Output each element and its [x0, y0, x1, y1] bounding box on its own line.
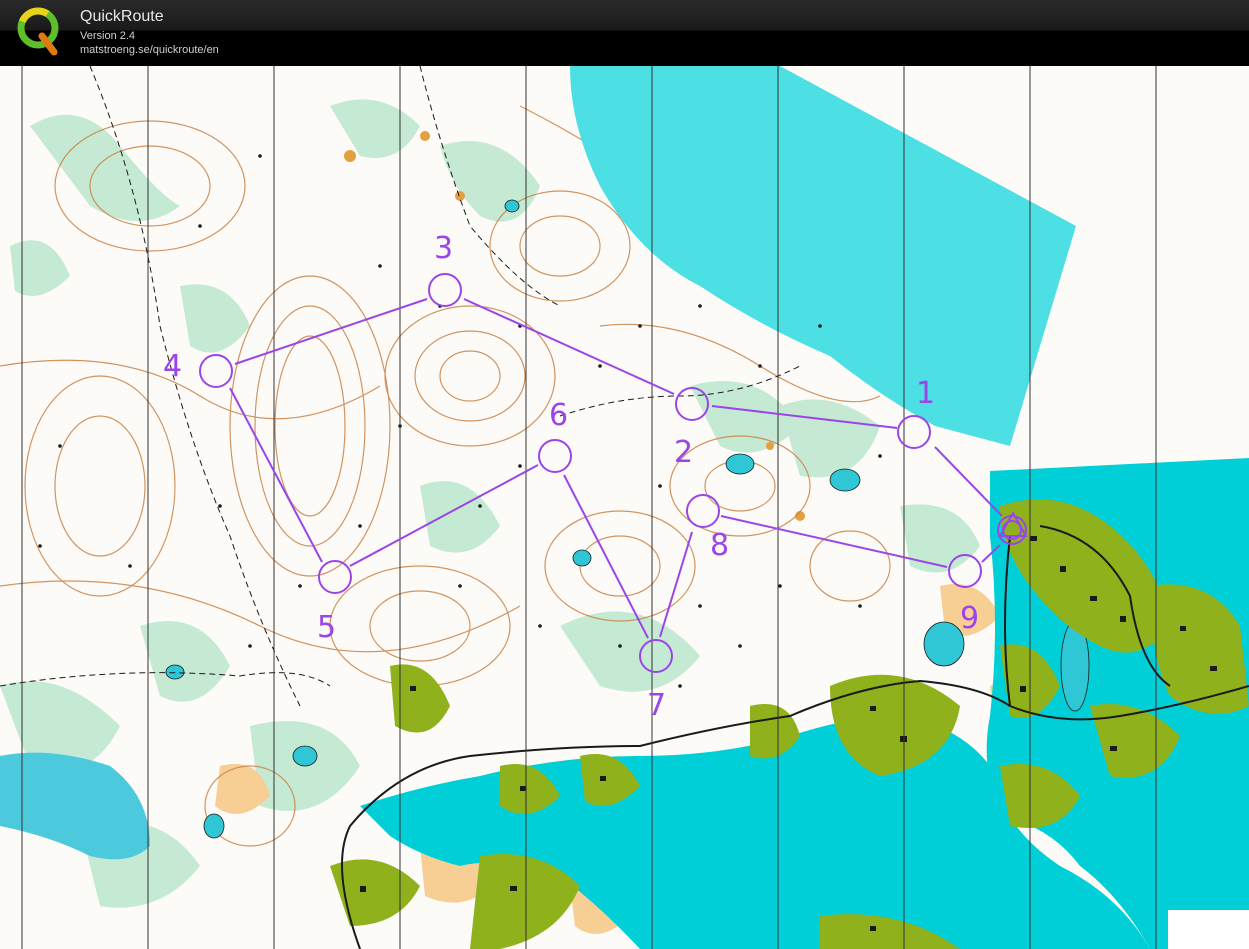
control-number-8: 8	[710, 528, 729, 563]
control-number-3: 3	[434, 231, 453, 266]
orienteering-map[interactable]: 1 2 3 4 5 6 7 8 9	[0, 66, 1249, 949]
control-number-2: 2	[674, 435, 693, 470]
control-number-9: 9	[960, 601, 979, 636]
control-number-6: 6	[549, 398, 568, 433]
map-canvas: 1 2 3 4 5 6 7 8 9	[0, 66, 1249, 949]
app-url[interactable]: matstroeng.se/quickroute/en	[80, 44, 219, 56]
app-title: QuickRoute	[80, 8, 164, 25]
app-version: Version 2.4	[80, 30, 136, 42]
control-number-4: 4	[163, 349, 182, 384]
quickroute-logo-icon	[17, 7, 59, 56]
control-number-7: 7	[647, 688, 666, 723]
unmapped-area	[1168, 910, 1249, 949]
title-bar: QuickRoute Version 2.4 matstroeng.se/qui…	[0, 0, 1249, 66]
control-number-5: 5	[317, 610, 336, 645]
control-number-1: 1	[916, 376, 935, 411]
